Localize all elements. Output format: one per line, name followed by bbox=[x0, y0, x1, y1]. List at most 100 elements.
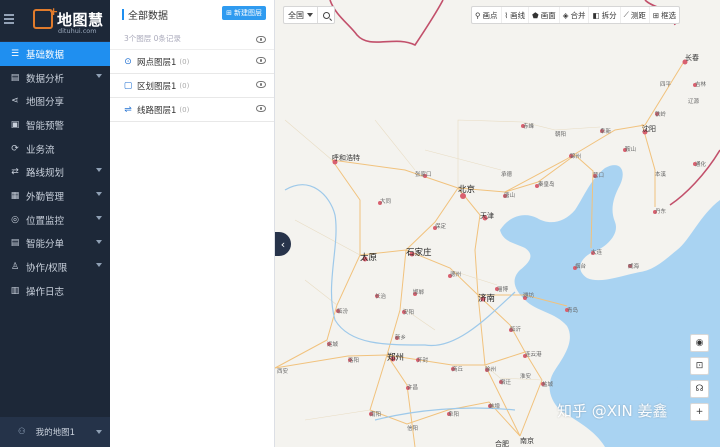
city-label: 徐州 bbox=[485, 367, 497, 373]
polyline-icon: ⇌ bbox=[124, 104, 132, 115]
chevron-down-icon bbox=[96, 263, 102, 268]
zoom-in-button[interactable]: + bbox=[690, 403, 709, 421]
sidebar-item-8[interactable]: ▤ 智能分单 bbox=[0, 232, 110, 256]
chevron-down-icon bbox=[96, 430, 102, 434]
city-label: 南阳 bbox=[370, 412, 382, 418]
city-label: 太原 bbox=[360, 253, 378, 263]
city-label: 呼和浩特 bbox=[332, 154, 360, 162]
chevron-down-icon bbox=[307, 13, 313, 17]
tool-label: 拆分 bbox=[601, 10, 617, 20]
sidebar-item-label: 基础数据 bbox=[26, 49, 65, 61]
tool-pin[interactable]: ⚲ 画点 bbox=[472, 7, 502, 23]
support-icon: ☊ bbox=[695, 384, 704, 394]
eye-icon[interactable] bbox=[256, 105, 266, 112]
tool-merge[interactable]: ◈ 合并 bbox=[560, 7, 590, 23]
sidebar-item-label: 操作日志 bbox=[26, 286, 65, 298]
chevron-down-icon bbox=[96, 73, 102, 78]
layer-row[interactable]: ▢ 区划图层1 (0) bbox=[110, 74, 274, 98]
sidebar-item-9[interactable]: ♙ 协作/权限 bbox=[0, 255, 110, 279]
sidebar-item-4[interactable]: ⟳ 业务流 bbox=[0, 137, 110, 161]
city-label: 安阳 bbox=[403, 310, 415, 316]
layer-count: (0) bbox=[179, 81, 190, 90]
tool-label: 框选 bbox=[661, 10, 677, 20]
tool-split[interactable]: ◧ 拆分 bbox=[589, 7, 621, 23]
polygon-icon: ▢ bbox=[123, 80, 133, 91]
search-button[interactable] bbox=[318, 7, 334, 23]
tool-select[interactable]: ⊞ 框选 bbox=[650, 7, 679, 23]
sidebar-item-label: 智能分单 bbox=[26, 239, 65, 251]
city-label: 锦州 bbox=[570, 154, 582, 160]
city-label: 开封 bbox=[417, 358, 429, 364]
pin-icon: ⊙ bbox=[124, 56, 132, 67]
my-map-selector[interactable]: ⚇ 我的地图1 bbox=[0, 417, 110, 447]
pin-icon: ⚲ bbox=[475, 10, 481, 20]
sidebar-item-label: 智能预警 bbox=[26, 120, 65, 132]
chevron-down-icon bbox=[96, 215, 102, 220]
sidebar-item-0[interactable]: ☰ 基础数据 bbox=[0, 42, 110, 66]
city-label: 洛阳 bbox=[348, 358, 360, 364]
new-layer-button[interactable]: ⊞ 新建图层 bbox=[222, 6, 266, 20]
sidebar-item-label: 位置监控 bbox=[26, 215, 65, 227]
sidebar-item-label: 地图分享 bbox=[26, 97, 65, 109]
city-label: 新乡 bbox=[395, 335, 407, 341]
city-label: 南京 bbox=[520, 437, 534, 445]
city-label: 丹东 bbox=[655, 209, 667, 215]
sidebar-item-7[interactable]: ◎ 位置监控 bbox=[0, 208, 110, 232]
line-icon: ⌇ bbox=[504, 10, 509, 20]
data-panel: 全部数据 ⊞ 新建图层 3个图层 0条记录 ⊙ 网点图层1 (0) ▢ 区划图层1 (0)… bbox=[110, 0, 275, 447]
layer-name: 线路图层1 bbox=[137, 105, 177, 116]
sidebar-item-2[interactable]: ⋖ 地图分享 bbox=[0, 89, 110, 113]
map-base bbox=[275, 0, 720, 447]
city-label: 连云港 bbox=[525, 352, 542, 358]
city-label: 赤峰 bbox=[523, 124, 535, 130]
logo-subtitle: dituhui.com bbox=[58, 27, 97, 35]
menu-toggle-icon[interactable] bbox=[4, 14, 14, 24]
sidebar-item-1[interactable]: ▤ 数据分析 bbox=[0, 66, 110, 90]
layer-count: (0) bbox=[179, 57, 190, 66]
city-label: 烟台 bbox=[575, 264, 587, 270]
plus-icon: ⊞ bbox=[226, 9, 232, 17]
search-icon bbox=[322, 11, 330, 19]
eye-icon[interactable] bbox=[256, 36, 266, 43]
locate-button[interactable]: ⊡ bbox=[690, 357, 709, 375]
city-label: 四平 bbox=[660, 82, 672, 88]
city-label: 本溪 bbox=[655, 172, 667, 178]
map-canvas[interactable]: 长春 沈阳 呼和浩特 北京 天津 石家庄 太原 济南 郑州 合肥 南京 赤峰 承德 张家口 大同 保定 唐山 秦皇… bbox=[275, 0, 720, 447]
watermark: 知乎 @XIN 姜鑫 bbox=[557, 402, 668, 420]
layer-row[interactable]: ⇌ 线路图层1 (0) bbox=[110, 98, 274, 122]
split-icon: ◧ bbox=[592, 10, 600, 20]
tool-label: 画点 bbox=[482, 10, 498, 20]
city-label: 青岛 bbox=[567, 308, 579, 314]
sidebar-item-5[interactable]: ⇄ 路线规划 bbox=[0, 160, 110, 184]
city-label: 唐山 bbox=[504, 193, 516, 199]
city-label: 长治 bbox=[375, 294, 387, 300]
eye-icon[interactable] bbox=[256, 81, 266, 88]
region-select[interactable]: 全国 bbox=[284, 7, 318, 23]
support-button[interactable]: ☊ bbox=[690, 380, 709, 398]
eye-icon[interactable] bbox=[256, 57, 266, 64]
flow-icon: ⟳ bbox=[11, 143, 19, 154]
summary-text: 3个图层 0条记录 bbox=[124, 34, 181, 43]
sidebar-item-label: 业务流 bbox=[26, 144, 55, 156]
log-icon: ▥ bbox=[10, 285, 20, 296]
alert-icon: ▣ bbox=[10, 119, 20, 130]
sidebar-item-10[interactable]: ▥ 操作日志 bbox=[0, 279, 110, 303]
new-layer-label: 新建图层 bbox=[234, 9, 262, 17]
tool-ruler[interactable]: ⟋ 测距 bbox=[621, 7, 650, 23]
dispatch-icon: ▤ bbox=[10, 238, 20, 249]
city-label: 承德 bbox=[501, 172, 513, 178]
layer-visibility-button[interactable]: ◉ bbox=[690, 334, 709, 352]
city-label: 秦皇岛 bbox=[538, 182, 555, 188]
city-label: 淄博 bbox=[497, 287, 509, 293]
city-label: 邯郸 bbox=[413, 290, 425, 296]
sidebar-item-3[interactable]: ▣ 智能预警 bbox=[0, 113, 110, 137]
layer-row[interactable]: ⊙ 网点图层1 (0) bbox=[110, 50, 274, 74]
panel-title: 全部数据 bbox=[128, 10, 168, 22]
sidebar-item-6[interactable]: ▦ 外勤管理 bbox=[0, 184, 110, 208]
tool-label: 画线 bbox=[510, 10, 526, 20]
route-icon: ⇄ bbox=[11, 167, 19, 178]
monitor-icon: ◎ bbox=[11, 214, 19, 225]
tool-line[interactable]: ⌇ 画线 bbox=[502, 7, 530, 23]
title-accent bbox=[122, 8, 124, 20]
tool-area[interactable]: ⬟ 画面 bbox=[529, 7, 560, 23]
